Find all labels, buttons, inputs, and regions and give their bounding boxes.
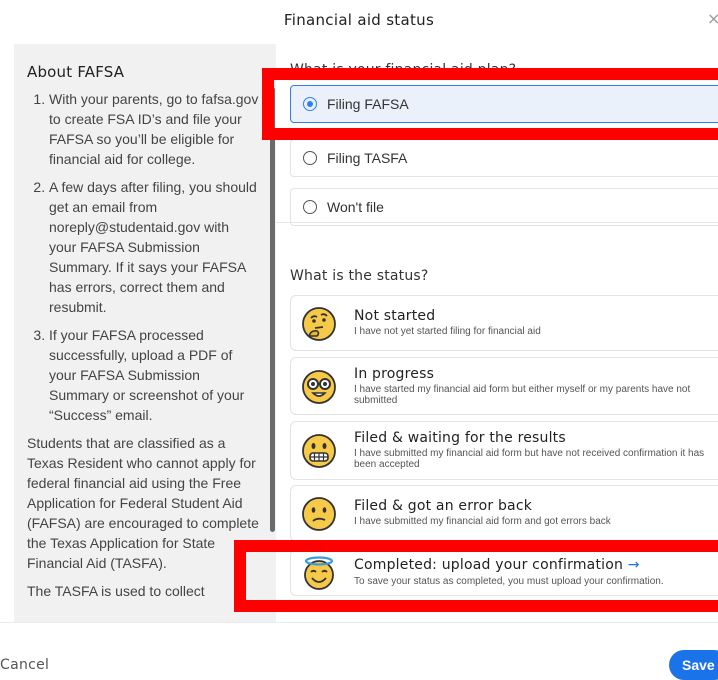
dialog-title: Financial aid status — [283, 11, 435, 29]
nerd-face-icon — [302, 370, 336, 404]
plan-option-label: Won't file — [327, 199, 384, 215]
dialog-footer: Cancel Save — [0, 622, 718, 680]
thinking-face-icon — [302, 307, 336, 341]
save-button[interactable]: Save — [669, 650, 718, 680]
about-paragraph: Students that are classified as a Texas … — [27, 435, 259, 571]
status-desc: I have not yet started filing for financ… — [354, 326, 541, 337]
status-question: What is the status? — [290, 268, 429, 284]
plan-option-label: Filing FAFSA — [327, 96, 409, 112]
confused-face-icon — [302, 497, 336, 531]
status-option-completed[interactable]: Completed: upload your confirmation → To… — [290, 549, 718, 596]
radio-button-icon — [303, 151, 317, 165]
plan-option-label: Filing TASFA — [327, 150, 408, 166]
about-steps-list: With your parents, go to fafsa.gov to cr… — [27, 89, 259, 425]
status-desc: I have started my financial aid form but… — [354, 384, 691, 406]
about-step: If your FAFSA processed successfully, up… — [49, 325, 259, 425]
status-option-not-started[interactable]: Not started I have not yet started filin… — [290, 295, 718, 351]
arrow-right-icon: → — [627, 557, 640, 573]
about-fafsa-panel: About FAFSA With your parents, go to faf… — [14, 44, 276, 622]
status-desc: To save your status as completed, you mu… — [354, 576, 664, 587]
aid-form-panel: What is your financial aid plan? Filing … — [276, 44, 718, 622]
about-paragraph: The TASFA is used to collect — [27, 583, 205, 599]
about-title: About FAFSA — [27, 63, 125, 81]
status-title: In progress — [354, 366, 435, 382]
close-icon[interactable]: × — [707, 9, 718, 28]
plan-option-filing-tasfa[interactable]: Filing TASFA — [290, 139, 718, 177]
status-title: Filed & got an error back — [354, 498, 533, 514]
plan-option-filing-fafsa[interactable]: Filing FAFSA — [290, 85, 718, 123]
plan-question: What is your financial aid plan? — [290, 62, 517, 78]
dialog-header: Financial aid status × — [0, 0, 718, 40]
status-option-filed-waiting[interactable]: Filed & waiting for the results I have s… — [290, 421, 718, 480]
status-title: Completed: upload your confirmation → — [354, 557, 640, 573]
status-title: Not started — [354, 308, 436, 324]
about-step: With your parents, go to fafsa.gov to cr… — [49, 89, 259, 169]
status-title-text: Completed: upload your confirmation — [354, 557, 624, 573]
radio-button-icon — [303, 97, 317, 111]
status-option-in-progress[interactable]: In progress I have started my financial … — [290, 357, 718, 415]
status-desc: I have submitted my financial aid form a… — [354, 516, 611, 527]
about-step: A few days after filing, you should get … — [49, 177, 259, 317]
plan-option-wont-file[interactable]: Won't file — [290, 188, 718, 226]
halo-face-icon — [304, 556, 334, 590]
grimacing-face-icon — [302, 434, 336, 468]
status-desc: I have submitted my financial aid form b… — [354, 448, 705, 470]
status-title: Filed & waiting for the results — [354, 430, 566, 446]
left-panel-scrollbar[interactable] — [270, 87, 275, 532]
about-body: With your parents, go to fafsa.gov to cr… — [27, 89, 259, 609]
cancel-button[interactable]: Cancel — [0, 657, 49, 673]
section-divider — [276, 222, 718, 223]
radio-button-icon — [303, 200, 317, 214]
status-option-filed-error[interactable]: Filed & got an error back I have submitt… — [290, 485, 718, 542]
